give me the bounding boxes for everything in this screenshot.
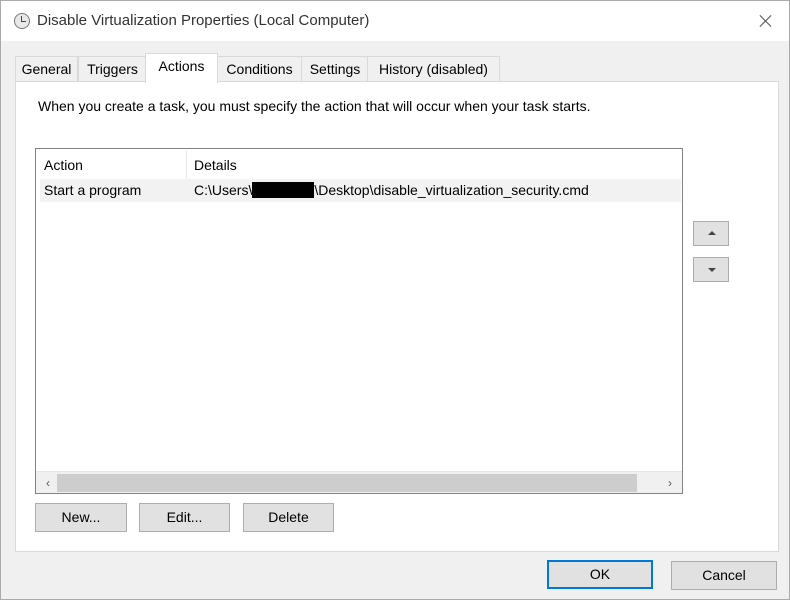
move-up-button[interactable] [693,221,729,246]
new-button[interactable]: New... [35,503,127,532]
scroll-left-icon[interactable]: ‹ [38,472,58,493]
move-down-button[interactable] [693,257,729,282]
actions-description: When you create a task, you must specify… [38,98,591,114]
details-prefix: C:\Users\ [194,182,253,198]
column-header-details[interactable]: Details [194,157,237,173]
window-title: Disable Virtualization Properties (Local… [37,12,370,29]
tab-general[interactable]: General [15,56,78,82]
cancel-button[interactable]: Cancel [671,561,777,590]
action-type-cell: Start a program [44,182,142,198]
delete-button[interactable]: Delete [243,503,334,532]
horizontal-scrollbar[interactable]: ‹ › [36,471,682,493]
tab-actions[interactable]: Actions [145,53,218,83]
title-bar: Disable Virtualization Properties (Local… [1,1,789,41]
redaction-box [252,182,315,198]
scroll-thumb[interactable] [57,474,637,492]
action-details-cell: C:\Users\ \Desktop\disable_virtualization… [194,182,589,198]
scroll-right-icon[interactable]: › [660,472,680,493]
tab-history[interactable]: History (disabled) [367,56,500,82]
column-header-action[interactable]: Action [44,157,83,173]
tab-settings[interactable]: Settings [301,56,369,82]
close-icon[interactable] [743,1,789,41]
properties-dialog: Disable Virtualization Properties (Local… [0,0,790,600]
details-suffix: \Desktop\disable_virtualization_security… [314,182,589,198]
list-header: Action Details [36,149,682,178]
action-row[interactable]: Start a program C:\Users\ \Desktop\disabl… [40,179,681,202]
task-scheduler-icon [14,13,30,29]
edit-button[interactable]: Edit... [139,503,230,532]
actions-list[interactable]: Action Details Start a program C:\Users\… [35,148,683,494]
tab-conditions[interactable]: Conditions [216,56,303,82]
ok-button[interactable]: OK [547,560,653,589]
column-divider[interactable] [186,151,187,178]
tab-triggers[interactable]: Triggers [78,56,147,82]
tab-strip: General Triggers Actions Conditions Sett… [15,53,775,83]
